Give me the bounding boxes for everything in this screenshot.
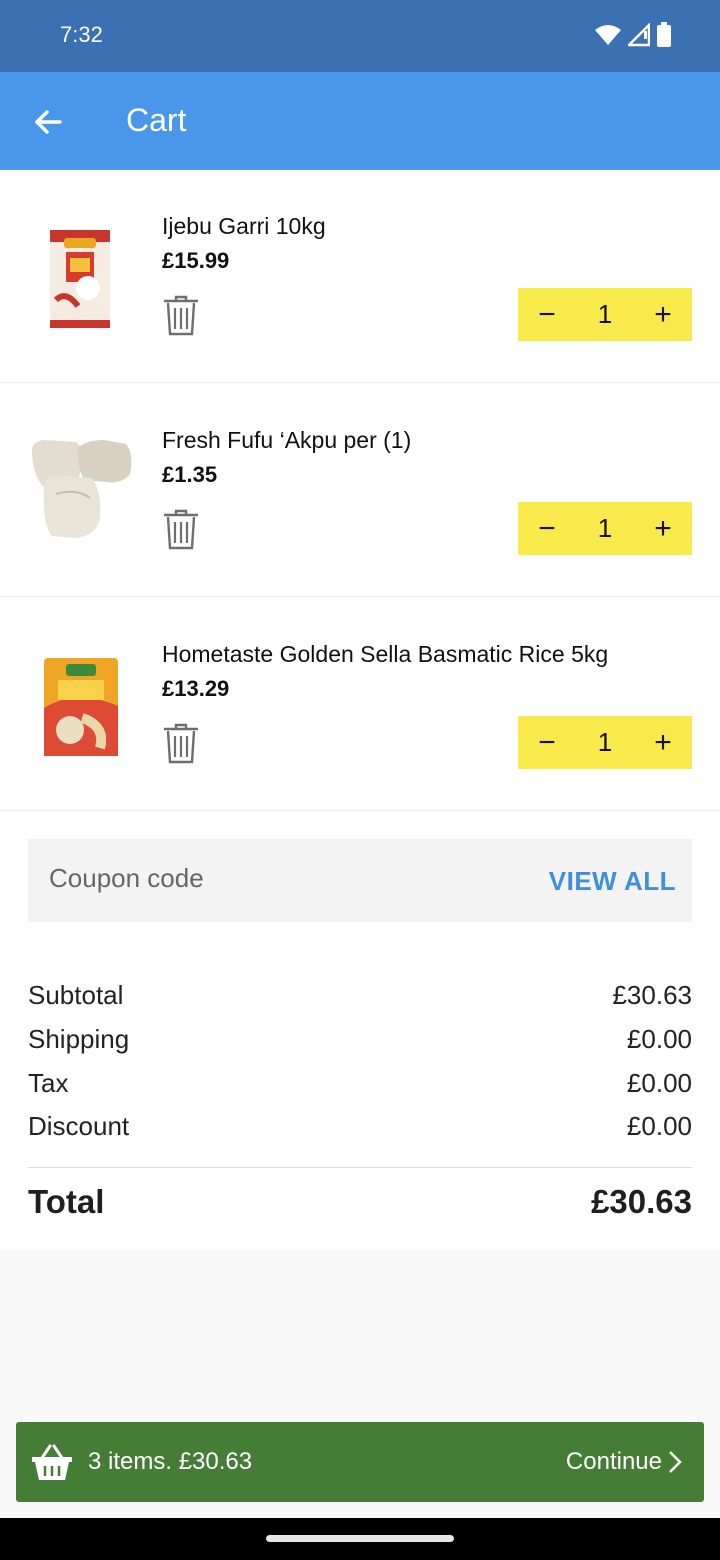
coupon-placeholder: Coupon code <box>49 863 204 893</box>
tax-label: Tax <box>28 1068 69 1098</box>
status-time: 7:32 <box>60 22 103 47</box>
product-name: Hometaste Golden Sella Basmatic Rice 5kg <box>162 641 609 667</box>
summary-divider <box>28 1167 692 1168</box>
quantity-stepper: − 1 + <box>518 502 692 555</box>
subtotal-row: Subtotal £30.63 <box>28 980 692 1011</box>
increment-button[interactable]: + <box>654 299 672 330</box>
decrement-button[interactable]: − <box>538 727 556 758</box>
trash-icon[interactable] <box>162 508 200 550</box>
trash-icon[interactable] <box>162 722 200 764</box>
app-bar: Cart <box>0 72 720 170</box>
product-image-garri <box>50 230 110 328</box>
total-value: £30.63 <box>591 1183 692 1220</box>
increment-button[interactable]: + <box>654 513 672 544</box>
signal-icon <box>628 23 650 47</box>
product-price: £13.29 <box>162 676 230 701</box>
tax-value: £0.00 <box>626 1068 692 1098</box>
product-price: £1.35 <box>162 462 218 487</box>
trash-icon[interactable] <box>162 294 200 336</box>
tax-row: Tax £0.00 <box>28 1068 692 1099</box>
decrement-button[interactable]: − <box>538 513 556 544</box>
basket-icon <box>32 1444 72 1480</box>
total-row: Total £30.63 <box>28 1183 692 1221</box>
product-name: Fresh Fufu ‘Akpu per (1) <box>162 427 412 453</box>
increment-button[interactable]: + <box>654 727 672 758</box>
product-price: £15.99 <box>162 248 230 273</box>
back-arrow-icon[interactable] <box>28 102 68 142</box>
quantity-stepper: − 1 + <box>518 716 692 769</box>
discount-value: £0.00 <box>626 1111 692 1141</box>
quantity-value: 1 <box>597 299 613 329</box>
shipping-row: Shipping £0.00 <box>28 1024 692 1055</box>
cart-content: Ijebu Garri 10kg £15.99 − 1 + Fresh Fufu… <box>0 170 720 1250</box>
discount-label: Discount <box>28 1111 130 1141</box>
product-name: Ijebu Garri 10kg <box>162 213 326 239</box>
product-image-rice <box>44 658 118 756</box>
cart-item: Fresh Fufu ‘Akpu per (1) £1.35 − 1 + <box>0 384 720 597</box>
chevron-right-icon <box>669 1451 682 1473</box>
status-bar: 7:32 <box>0 0 720 72</box>
coupon-field[interactable]: Coupon code VIEW ALL <box>28 839 692 922</box>
subtotal-label: Subtotal <box>28 980 124 1010</box>
home-gesture-handle[interactable] <box>266 1535 454 1542</box>
continue-label: Continue <box>565 1448 662 1475</box>
status-icons <box>594 22 672 48</box>
quantity-value: 1 <box>597 513 613 543</box>
quantity-value: 1 <box>597 727 613 757</box>
system-nav-bar <box>0 1518 720 1560</box>
checkout-summary: 3 items. £30.63 <box>88 1448 253 1475</box>
checkout-bar[interactable]: 3 items. £30.63 Continue <box>16 1422 704 1502</box>
shipping-value: £0.00 <box>626 1024 692 1054</box>
decrement-button[interactable]: − <box>538 299 556 330</box>
battery-icon <box>657 22 671 47</box>
page-title: Cart <box>126 102 187 138</box>
continue-button[interactable]: Continue <box>566 1448 682 1476</box>
quantity-stepper: − 1 + <box>518 288 692 341</box>
shipping-label: Shipping <box>28 1024 130 1054</box>
cart-item: Hometaste Golden Sella Basmatic Rice 5kg… <box>0 598 720 811</box>
view-all-button[interactable]: VIEW ALL <box>549 866 676 897</box>
wifi-icon <box>595 25 621 45</box>
discount-row: Discount £0.00 <box>28 1111 692 1142</box>
subtotal-value: £30.63 <box>612 980 692 1010</box>
product-image-fufu <box>31 440 132 538</box>
cart-item: Ijebu Garri 10kg £15.99 − 1 + <box>0 170 720 383</box>
total-label: Total <box>28 1183 105 1220</box>
